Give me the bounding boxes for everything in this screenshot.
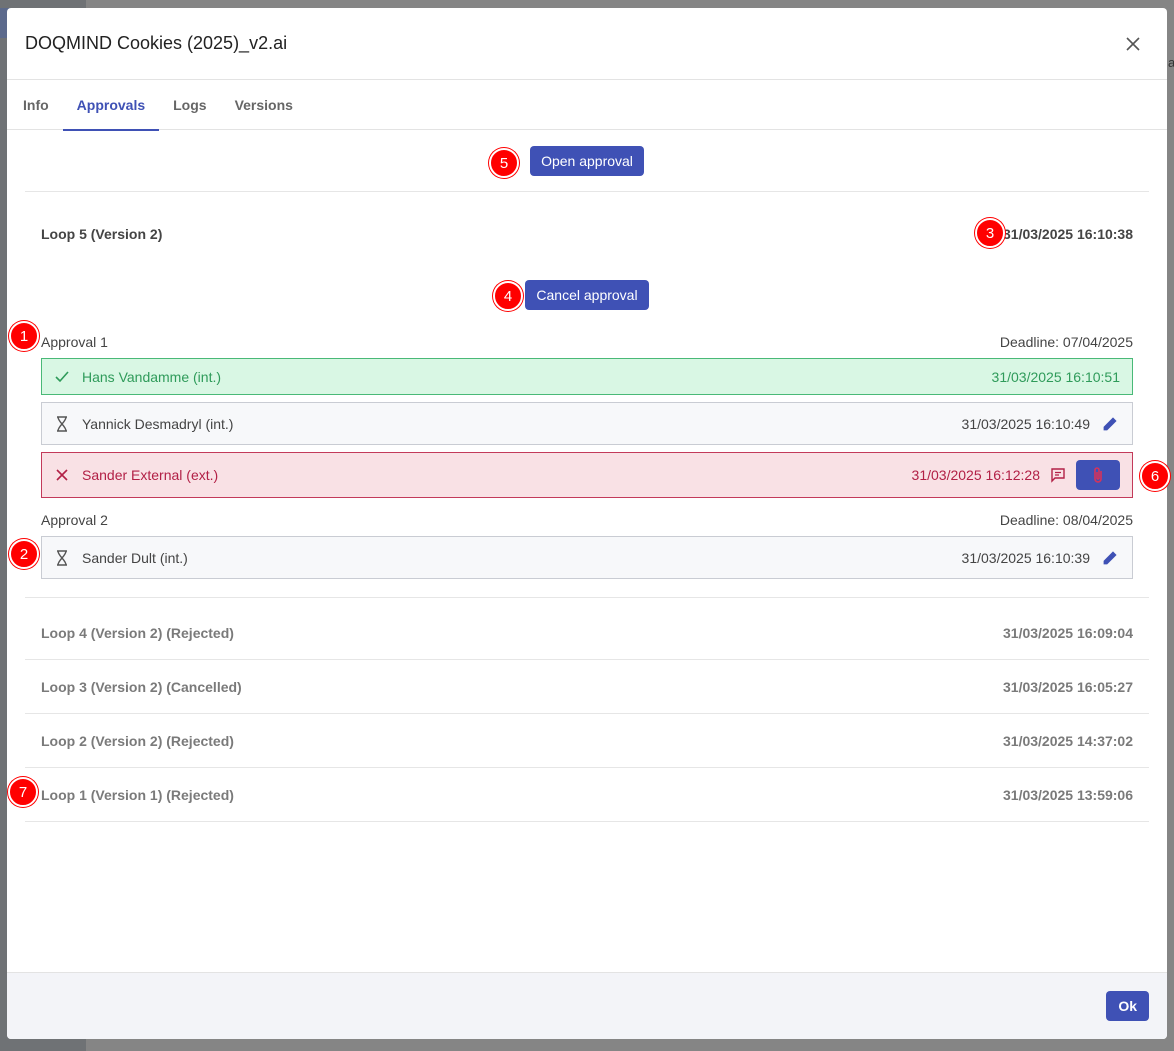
approver-timestamp: 31/03/2025 16:10:51 bbox=[991, 368, 1120, 385]
close-button[interactable] bbox=[1121, 32, 1145, 56]
tab-logs[interactable]: Logs bbox=[159, 80, 220, 130]
annotation-marker: 1 bbox=[9, 321, 39, 351]
loop-title: Loop 4 (Version 2) (Rejected) bbox=[41, 624, 234, 641]
approver-timestamp: 31/03/2025 16:12:28 bbox=[911, 467, 1040, 483]
check-icon bbox=[54, 369, 70, 385]
annotation-marker: 3 bbox=[975, 218, 1005, 248]
file-details-dialog: DOQMIND Cookies (2025)_v2.ai Info Approv… bbox=[7, 8, 1167, 1039]
loop-timestamp: 31/03/2025 13:59:06 bbox=[1003, 786, 1133, 803]
approver-name: Yannick Desmadryl (int.) bbox=[82, 415, 234, 432]
dialog-title: DOQMIND Cookies (2025)_v2.ai bbox=[25, 33, 288, 53]
edit-approver-button[interactable] bbox=[1100, 548, 1120, 568]
open-approval-button[interactable]: Open approval bbox=[530, 145, 644, 176]
loop-timestamp: 31/03/2025 14:37:02 bbox=[1003, 732, 1133, 749]
annotation-marker: 6 bbox=[1140, 461, 1170, 491]
comment-icon bbox=[1051, 468, 1065, 483]
tab-info[interactable]: Info bbox=[9, 80, 63, 130]
loop-title: Loop 5 (Version 2) bbox=[41, 226, 163, 242]
approval-deadline: Deadline: 08/04/2025 bbox=[999, 512, 1133, 528]
view-comment-button[interactable] bbox=[1048, 465, 1068, 485]
cross-icon bbox=[54, 467, 70, 483]
approval-group-name: Approval 2 bbox=[41, 512, 108, 528]
annotation-marker: 4 bbox=[493, 281, 523, 311]
pencil-icon bbox=[1103, 550, 1117, 564]
annotation-marker: 5 bbox=[489, 148, 519, 178]
approver-timestamp: 31/03/2025 16:10:49 bbox=[961, 415, 1090, 432]
hourglass-icon bbox=[54, 415, 70, 432]
approver-name: Hans Vandamme (int.) bbox=[82, 368, 222, 385]
approver-row-rejected: Sander External (ext.) 31/03/2025 16:12:… bbox=[41, 452, 1133, 498]
loop-row[interactable]: Loop 4 (Version 2) (Rejected) 31/03/2025… bbox=[25, 606, 1149, 660]
loop-timestamp: 31/03/2025 16:05:27 bbox=[1003, 678, 1133, 695]
backdrop-right-text: ar bbox=[1168, 55, 1174, 70]
approver-row-pending: Yannick Desmadryl (int.) 31/03/2025 16:1… bbox=[41, 402, 1133, 445]
approver-timestamp: 31/03/2025 16:10:39 bbox=[961, 549, 1090, 566]
dialog-header: DOQMIND Cookies (2025)_v2.ai bbox=[7, 8, 1167, 80]
pencil-icon bbox=[1103, 416, 1117, 430]
approval-group-1-header: Approval 1 Deadline: 07/04/2025 bbox=[41, 334, 1133, 350]
dialog-tabs: Info Approvals Logs Versions bbox=[7, 80, 1167, 131]
cancel-approval-row: Cancel approval bbox=[25, 280, 1149, 310]
approver-row-pending: Sander Dult (int.) 31/03/2025 16:10:39 bbox=[41, 536, 1133, 579]
cancel-approval-button[interactable]: Cancel approval bbox=[525, 280, 649, 310]
attachment-button[interactable] bbox=[1076, 460, 1120, 490]
loop-timestamp: 31/03/2025 16:10:38 bbox=[1003, 226, 1133, 242]
loop-title: Loop 2 (Version 2) (Rejected) bbox=[41, 732, 234, 749]
ok-button[interactable]: Ok bbox=[1106, 991, 1149, 1021]
approval-deadline: Deadline: 07/04/2025 bbox=[999, 334, 1133, 350]
loop-row[interactable]: Loop 3 (Version 2) (Cancelled) 31/03/202… bbox=[25, 660, 1149, 714]
paperclip-icon bbox=[1094, 467, 1102, 483]
annotation-marker: 2 bbox=[9, 539, 39, 569]
loop-title: Loop 3 (Version 2) (Cancelled) bbox=[41, 678, 242, 695]
open-approval-row: Open approval bbox=[25, 130, 1149, 192]
tab-approvals[interactable]: Approvals bbox=[62, 80, 160, 131]
approval-group-2-header: Approval 2 Deadline: 08/04/2025 bbox=[41, 512, 1133, 528]
approver-name: Sander External (ext.) bbox=[82, 467, 219, 483]
edit-approver-button[interactable] bbox=[1100, 414, 1120, 434]
annotation-marker: 7 bbox=[8, 777, 38, 807]
loop-row[interactable]: Loop 1 (Version 1) (Rejected) 31/03/2025… bbox=[25, 768, 1149, 822]
close-icon bbox=[1126, 36, 1140, 51]
approver-name: Sander Dult (int.) bbox=[82, 549, 188, 566]
approver-row-approved: Hans Vandamme (int.) 31/03/2025 16:10:51 bbox=[41, 358, 1133, 395]
loop-timestamp: 31/03/2025 16:09:04 bbox=[1003, 624, 1133, 641]
approval-group-name: Approval 1 bbox=[41, 334, 108, 350]
divider bbox=[25, 597, 1149, 598]
hourglass-icon bbox=[54, 549, 70, 566]
approvals-panel: Open approval Loop 5 (Version 2) 31/03/2… bbox=[7, 130, 1167, 972]
loop-row[interactable]: Loop 2 (Version 2) (Rejected) 31/03/2025… bbox=[25, 714, 1149, 768]
tab-versions[interactable]: Versions bbox=[221, 80, 307, 130]
loop-title: Loop 1 (Version 1) (Rejected) bbox=[41, 786, 234, 803]
dialog-footer: Ok bbox=[7, 972, 1167, 1039]
